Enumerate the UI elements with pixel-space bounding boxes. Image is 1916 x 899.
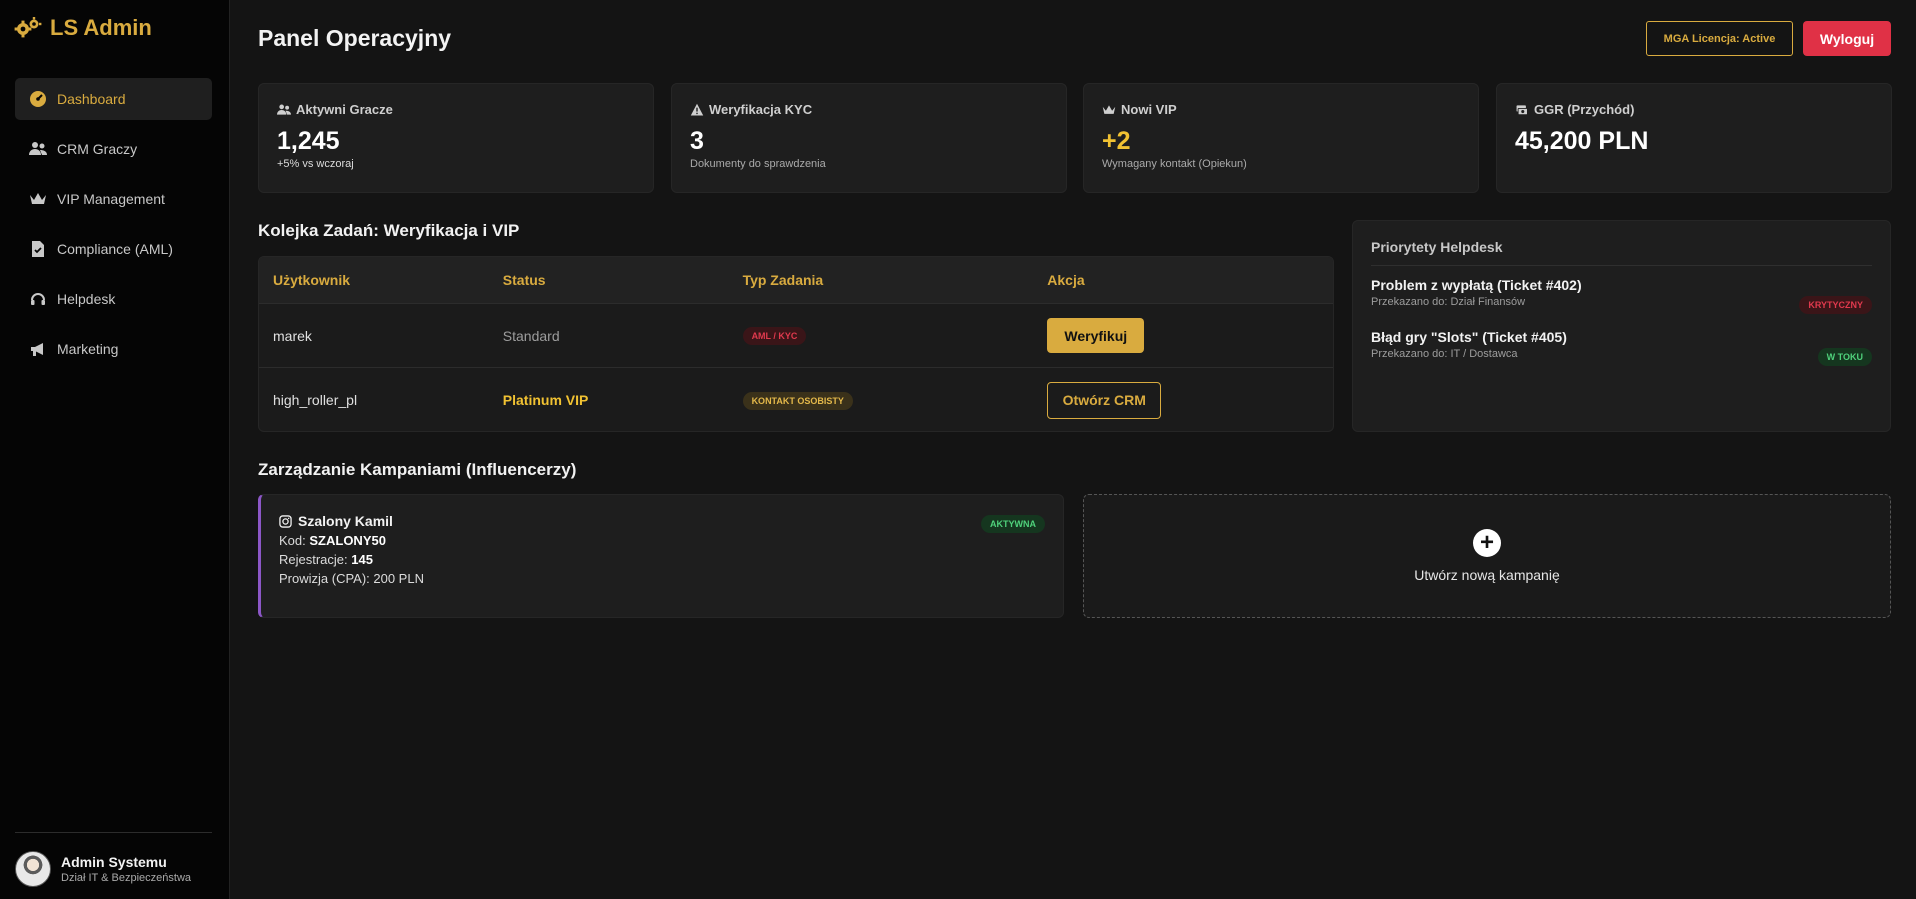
campaign-registrations-label: Rejestracje: xyxy=(279,552,348,567)
ticket-status-badge: W toku xyxy=(1817,348,1872,366)
helpdesk-panel: Priorytety Helpdesk Problem z wypłatą (T… xyxy=(1352,220,1891,432)
cell-status: Platinum VIP xyxy=(502,392,589,408)
open-crm-button[interactable]: Otwórz CRM xyxy=(1047,381,1162,419)
campaign-cpa: Prowizja (CPA): 200 PLN xyxy=(279,571,424,586)
task-type-badge: AML / KYC xyxy=(742,327,807,345)
table-row: high_roller_pl Platinum VIP Kontakt Osob… xyxy=(259,368,1333,431)
gears-icon xyxy=(14,17,42,38)
plus-icon: + xyxy=(1473,529,1501,557)
stat-value: 45,200 PLN xyxy=(1515,127,1649,155)
helpdesk-ticket[interactable]: Problem z wypłatą (Ticket #402) Przekaza… xyxy=(1371,277,1872,318)
avatar xyxy=(15,851,51,887)
headset-icon xyxy=(31,293,45,305)
helpdesk-title: Priorytety Helpdesk xyxy=(1371,239,1872,266)
campaign-code-label: Kod: xyxy=(279,533,306,548)
campaigns-section-title: Zarządzanie Kampaniami (Influencerzy) xyxy=(258,460,577,479)
stat-sub: Wymagany kontakt (Opiekun) xyxy=(1102,158,1247,170)
ticket-title: Problem z wypłatą (Ticket #402) xyxy=(1371,277,1582,293)
user-profile[interactable]: Admin Systemu Dział IT & Bezpieczeństwa xyxy=(15,832,212,887)
stat-label: Aktywni Gracze xyxy=(296,102,393,117)
file-check-icon xyxy=(32,241,44,257)
campaign-registrations-value: 145 xyxy=(351,552,373,567)
dashboard-icon xyxy=(30,91,46,107)
column-header-task-type: Typ Zadania xyxy=(742,272,824,288)
stat-sub: +5% vs wczoraj xyxy=(277,158,354,170)
sidebar-item-label: Marketing xyxy=(57,341,119,357)
sidebar: LS Admin Dashboard CRM Graczy VIP Manage… xyxy=(0,0,230,899)
ticket-assignee: Przekazano do: IT / Dostawca xyxy=(1371,348,1518,360)
users-icon xyxy=(29,142,47,155)
stat-value: 1,245 xyxy=(277,127,340,155)
sidebar-item-compliance[interactable]: Compliance (AML) xyxy=(15,228,212,270)
campaign-status-badge: Aktywna xyxy=(981,515,1045,533)
tasks-table: Użytkownik Status Typ Zadania Akcja mare… xyxy=(258,256,1334,432)
sidebar-item-crm[interactable]: CRM Graczy xyxy=(15,128,212,170)
campaign-code-value: SZALONY50 xyxy=(309,533,386,548)
helpdesk-ticket[interactable]: Błąd gry "Slots" (Ticket #405) Przekazan… xyxy=(1371,329,1872,370)
create-campaign-button[interactable]: + Utwórz nową kampanię xyxy=(1083,494,1891,618)
campaign-code: Kod: SZALONY50 xyxy=(279,533,1045,548)
stat-value: +2 xyxy=(1102,127,1131,155)
megaphone-icon xyxy=(31,343,43,356)
instagram-icon xyxy=(279,514,292,528)
verify-button[interactable]: Weryfikuj xyxy=(1047,318,1145,353)
sidebar-nav: Dashboard CRM Graczy VIP Management Comp… xyxy=(15,78,212,378)
table-header-row: Użytkownik Status Typ Zadania Akcja xyxy=(259,257,1333,304)
stat-value: 3 xyxy=(690,127,704,155)
cell-user: high_roller_pl xyxy=(273,392,358,408)
campaign-registrations: Rejestracje: 145 xyxy=(279,552,1045,567)
create-campaign-label: Utwórz nową kampanię xyxy=(1414,567,1560,583)
ticket-assignee: Przekazano do: Dział Finansów xyxy=(1371,296,1526,308)
cell-task-type: AML / KYC xyxy=(729,326,1034,345)
campaign-name: Szalony Kamil xyxy=(298,513,393,529)
users-icon xyxy=(277,104,291,115)
user-name: Admin Systemu xyxy=(61,854,167,870)
warning-icon xyxy=(690,103,704,115)
column-header-status: Status xyxy=(502,272,546,288)
ticket-priority-badge: Krytyczny xyxy=(1799,296,1872,314)
stat-sub: Dokumenty do sprawdzenia xyxy=(690,158,826,170)
tasks-section-title: Kolejka Zadań: Weryfikacja i VIP xyxy=(258,221,520,240)
crown-icon xyxy=(1102,104,1116,114)
sidebar-item-label: Helpdesk xyxy=(57,291,116,307)
page-title: Panel Operacyjny xyxy=(258,25,452,51)
stat-label: GGR (Przychód) xyxy=(1534,102,1635,117)
sidebar-item-label: Dashboard xyxy=(57,91,126,107)
ticket-title: Błąd gry "Slots" (Ticket #405) xyxy=(1371,329,1567,345)
sidebar-item-dashboard[interactable]: Dashboard xyxy=(15,78,212,120)
stat-card-active-players: Aktywni Gracze 1,245 +5% vs wczoraj xyxy=(258,83,654,193)
cell-action: Weryfikuj xyxy=(1033,318,1333,353)
user-role: Dział IT & Bezpieczeństwa xyxy=(61,872,192,884)
table-row: marek Standard AML / KYC Weryfikuj xyxy=(259,304,1333,368)
logout-button[interactable]: Wyloguj xyxy=(1803,21,1891,56)
cell-status: Standard xyxy=(502,327,560,344)
stat-card-new-vip: Nowi VIP +2 Wymagany kontakt (Opiekun) xyxy=(1083,83,1479,193)
stat-card-kyc: Weryfikacja KYC 3 Dokumenty do sprawdzen… xyxy=(671,83,1067,193)
sidebar-item-vip[interactable]: VIP Management xyxy=(15,178,212,220)
cell-user: marek xyxy=(273,327,312,344)
task-type-badge: Kontakt Osobisty xyxy=(742,391,853,410)
column-header-user: Użytkownik xyxy=(273,272,351,288)
sidebar-item-marketing[interactable]: Marketing xyxy=(15,328,212,370)
sidebar-item-label: CRM Graczy xyxy=(57,141,138,157)
cell-task-type: Kontakt Osobisty xyxy=(729,391,1034,410)
stat-card-ggr: GGR (Przychód) 45,200 PLN xyxy=(1496,83,1892,193)
sidebar-item-helpdesk[interactable]: Helpdesk xyxy=(15,278,212,320)
license-status-button[interactable]: MGA Licencja: Active xyxy=(1646,21,1793,56)
stat-label: Nowi VIP xyxy=(1121,102,1177,117)
campaign-card[interactable]: Szalony Kamil Aktywna Kod: SZALONY50 Rej… xyxy=(258,494,1064,618)
sidebar-item-label: VIP Management xyxy=(57,191,165,207)
money-icon xyxy=(1516,104,1528,115)
cell-action: Otwórz CRM xyxy=(1033,381,1333,419)
crown-icon xyxy=(30,193,46,204)
stat-label: Weryfikacja KYC xyxy=(709,102,813,117)
app-logo[interactable]: LS Admin xyxy=(14,14,152,42)
logo-text: LS Admin xyxy=(50,15,152,40)
sidebar-item-label: Compliance (AML) xyxy=(57,241,173,257)
column-header-action: Akcja xyxy=(1047,272,1085,288)
